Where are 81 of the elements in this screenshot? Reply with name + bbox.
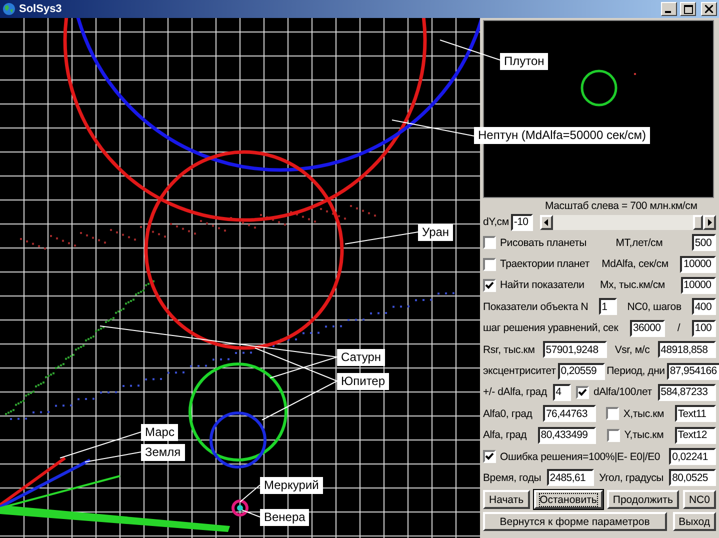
input-field[interactable]: 0,20559 <box>558 362 605 380</box>
push-button[interactable]: NC0 <box>682 490 716 510</box>
checkbox-label: Рисовать планеты <box>500 236 586 249</box>
field-label: MT,лет/см <box>616 236 663 249</box>
checkbox-label: X,тыс.км <box>623 408 664 420</box>
field-label: NC0, шагов <box>627 300 682 313</box>
input-field[interactable]: 80,0525 <box>669 469 716 486</box>
field-label: Период, дни <box>606 365 665 378</box>
field-label: dY,см <box>483 216 509 228</box>
field-label: шаг решения уравнений, сек <box>483 322 618 334</box>
checkbox[interactable] <box>606 407 620 420</box>
input-field[interactable]: 10000 <box>680 276 716 294</box>
checkbox[interactable] <box>483 258 496 271</box>
input-field[interactable]: 80,433499 <box>538 426 596 444</box>
push-button[interactable]: Выход <box>672 512 716 532</box>
planet-label: Земля <box>141 444 185 461</box>
field-label: Mx, тыс.км/см <box>600 279 665 292</box>
push-button[interactable]: Вернутся к форме параметров <box>483 512 667 532</box>
input-field[interactable]: 2485,61 <box>546 469 594 486</box>
field-label: Угол, градусы <box>599 472 664 484</box>
field-label: / <box>677 322 680 334</box>
inner-orbits-drawing <box>232 500 248 516</box>
checkbox-label: Найти показатели <box>500 279 584 292</box>
planet-label: Уран <box>418 224 454 241</box>
field-label: Alfa, град <box>483 429 527 442</box>
planet-label: Венера <box>260 509 310 526</box>
input-field[interactable]: 36000 <box>630 320 666 337</box>
push-button[interactable]: Продолжить <box>606 490 679 510</box>
input-field[interactable]: 500 <box>692 234 716 252</box>
maximize-button[interactable] <box>680 2 696 16</box>
push-button[interactable]: Остановить <box>534 490 603 510</box>
input-field[interactable]: -10 <box>510 214 533 230</box>
input-field[interactable]: Text11 <box>674 405 716 422</box>
planet-label: Сатурн <box>337 349 386 366</box>
input-field[interactable]: 1 <box>598 298 617 316</box>
planet-label: Нептун (MdAlfa=50000 сек/см) <box>474 127 650 144</box>
globe-icon <box>2 2 16 16</box>
checkbox[interactable] <box>483 236 496 250</box>
field-label: Alfa0, град <box>483 408 532 420</box>
input-field[interactable]: Text12 <box>674 426 716 444</box>
orbit-ring <box>580 70 618 106</box>
checkbox-label: Ошибка решения=100%|E- E0|/E0 <box>500 450 660 463</box>
field-label: эксцентриситет <box>483 365 556 378</box>
window-title: SolSys3 <box>19 3 62 15</box>
maximize-icon <box>684 4 692 14</box>
input-field[interactable]: 57901,9248 <box>542 341 607 358</box>
input-field[interactable]: 0,02241 <box>669 448 716 466</box>
field-label: +/- dAlfa, град <box>483 386 547 398</box>
input-field[interactable]: 76,44763 <box>542 405 596 422</box>
field-label: Показатели объекта N <box>483 300 588 313</box>
field-label: Vsr, м/с <box>614 344 650 356</box>
scale-caption: Масштаб слева = 700 млн.км/см <box>544 199 698 212</box>
planet-label: Плутон <box>500 53 548 70</box>
planet-label: Меркурий <box>260 477 323 494</box>
push-button[interactable]: Начать <box>483 490 530 510</box>
minimize-button[interactable] <box>661 2 677 16</box>
close-button[interactable] <box>701 2 717 16</box>
leader-line <box>440 40 500 60</box>
checkbox[interactable] <box>483 450 496 464</box>
checkbox-label: dAlfa/100лет <box>593 386 652 398</box>
planet-label: Марс <box>141 424 178 441</box>
leader-line <box>240 484 260 502</box>
checkbox[interactable] <box>576 386 590 399</box>
field-label: MdAlfa, сек/см <box>602 258 668 270</box>
input-field[interactable]: 87,954166 <box>666 362 719 380</box>
planet-label: Юпитер <box>337 373 390 390</box>
input-field[interactable]: 4 <box>552 384 571 401</box>
leader-line <box>242 510 260 518</box>
checkbox-label: Траектории планет <box>500 258 590 270</box>
checkbox-label: Y,тыс.км <box>624 429 664 442</box>
input-field[interactable]: 400 <box>692 298 716 316</box>
close-icon <box>705 5 713 13</box>
field-label: Время, годы <box>483 472 542 484</box>
checkbox[interactable] <box>607 428 620 442</box>
input-field[interactable]: 10000 <box>680 256 716 273</box>
checkbox[interactable] <box>483 278 496 292</box>
field-label: Rsr, тыс.км <box>483 344 535 356</box>
input-field[interactable]: 100 <box>692 320 716 337</box>
scroll-bar[interactable] <box>540 214 716 230</box>
input-field[interactable]: 584,87233 <box>658 384 716 401</box>
input-field[interactable]: 48918,858 <box>658 341 716 358</box>
